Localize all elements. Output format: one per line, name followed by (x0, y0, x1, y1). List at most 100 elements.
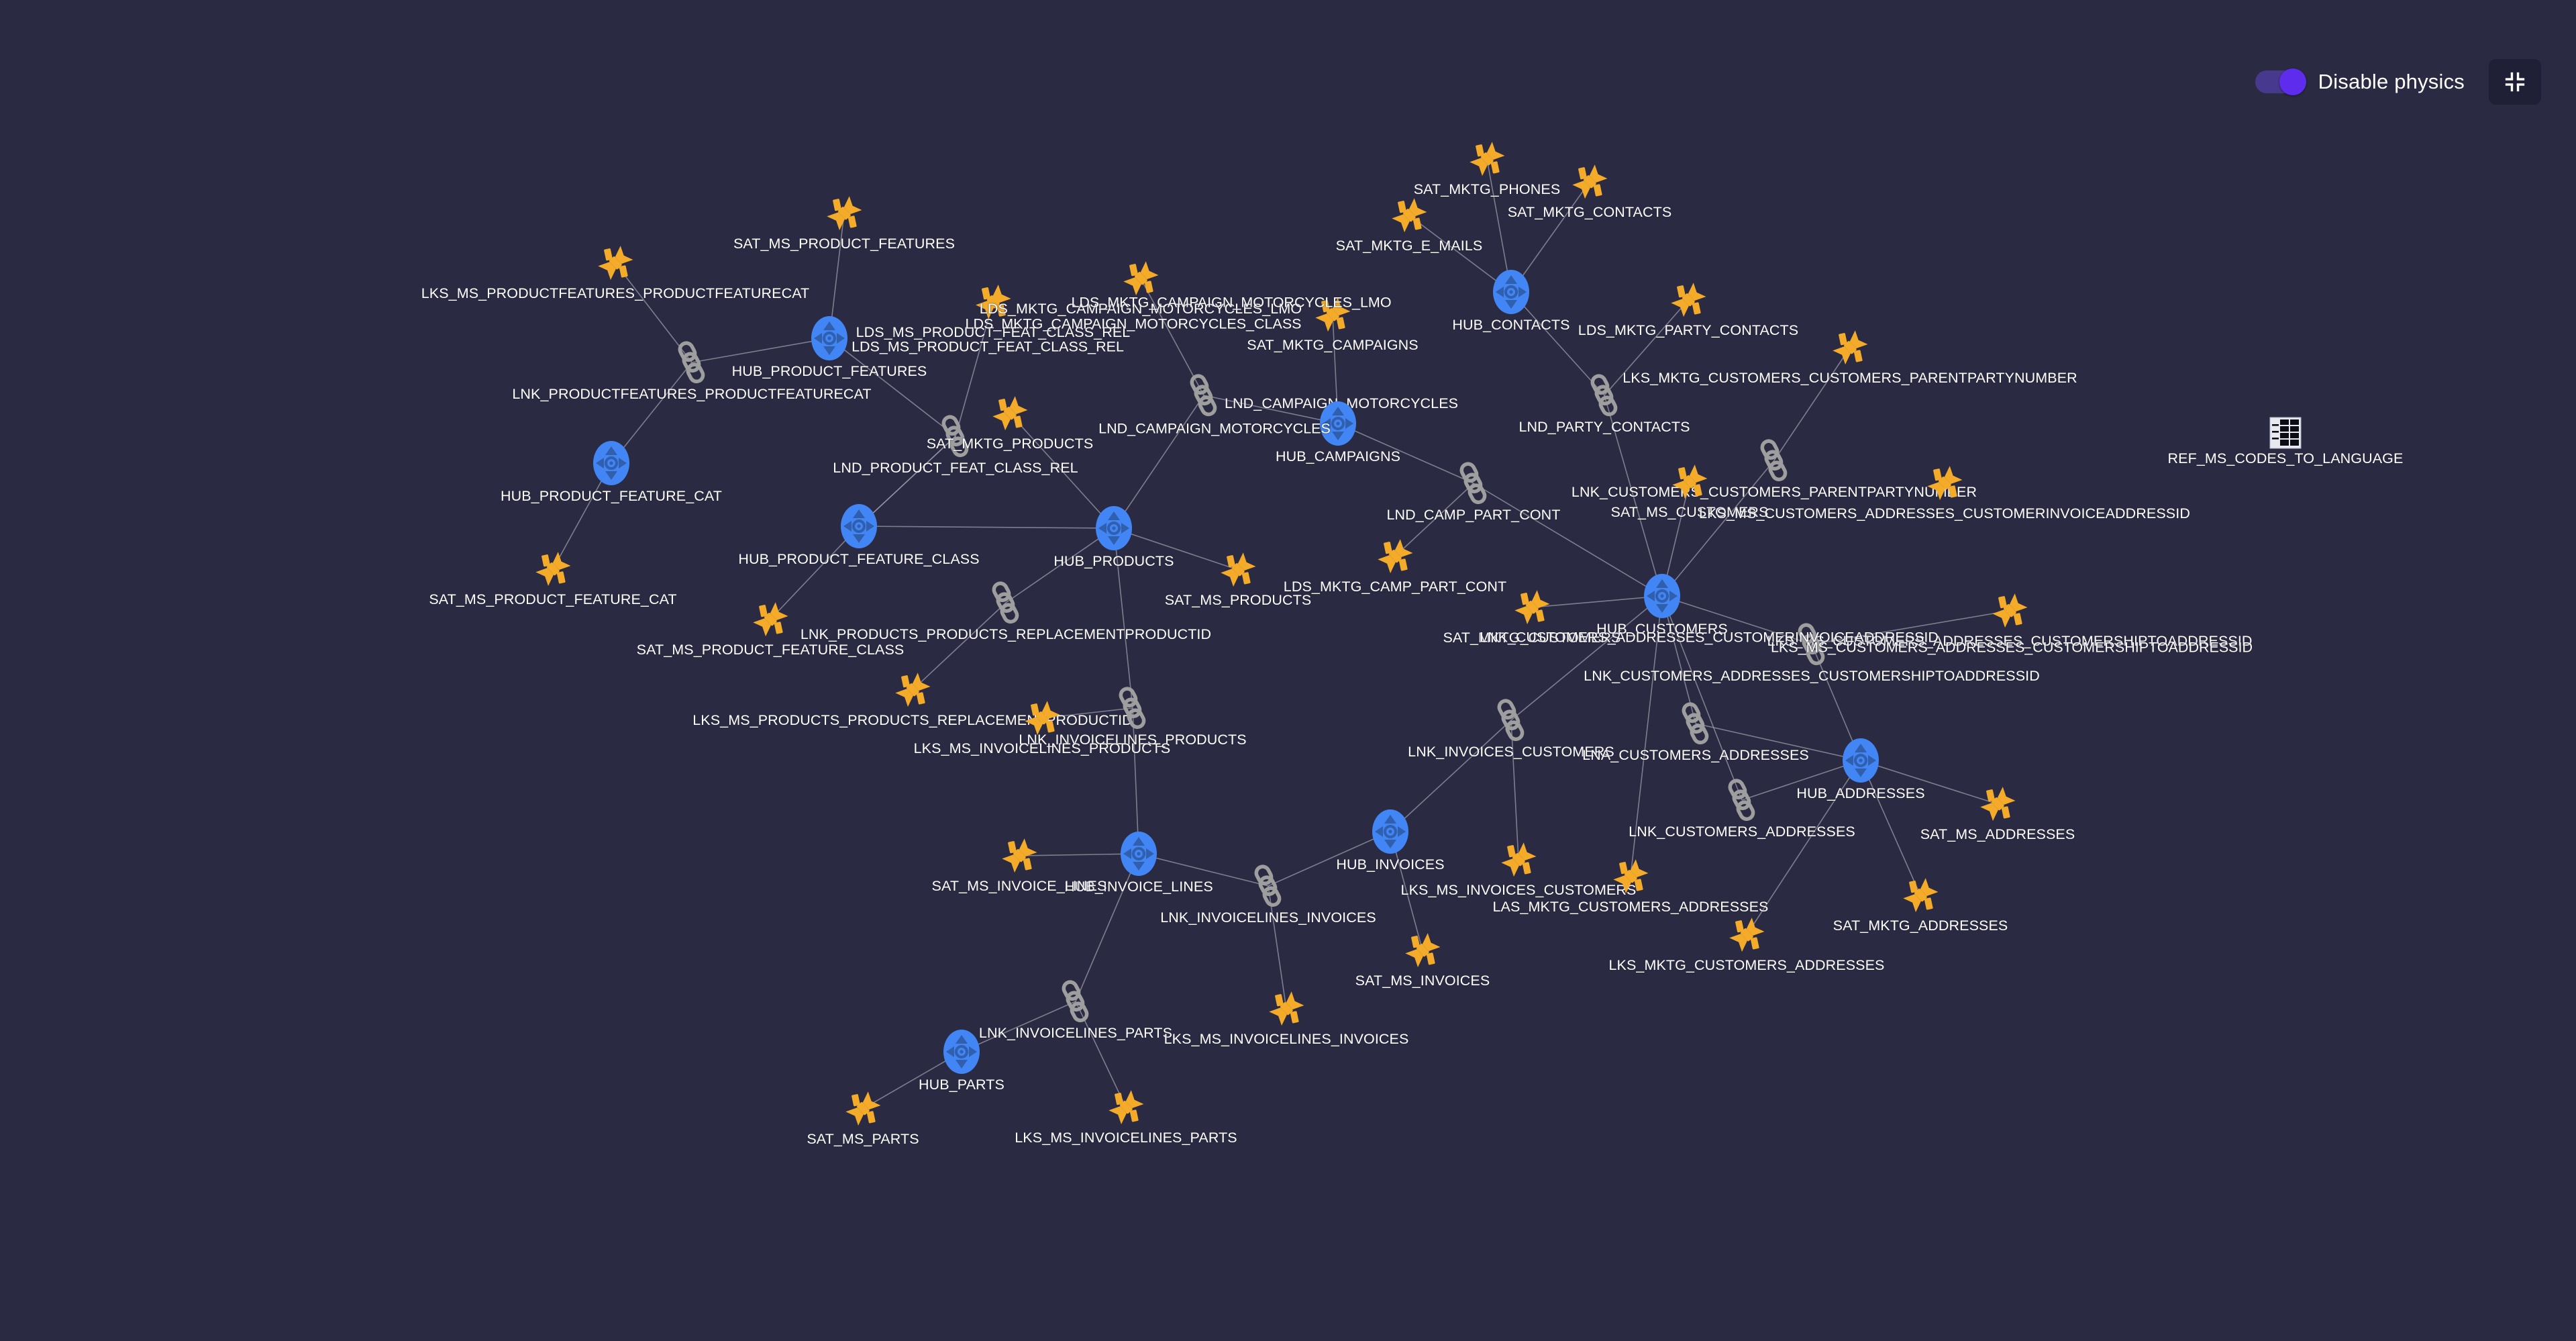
satellite-glyph (1466, 138, 1508, 180)
graph-node-satellite[interactable]: LKS_MS_PRODUCTFEATURES_PRODUCTFEATURECAT (421, 242, 809, 301)
graph-node-link[interactable]: LND_PARTY_CONTACTS (1518, 373, 1690, 435)
graph-node-satellite[interactable]: SAT_MKTG_PHONES (1414, 138, 1560, 197)
satellite-icon (895, 673, 931, 707)
chain-link-icon (1682, 702, 1709, 745)
exit-fullscreen-button[interactable] (2489, 59, 2541, 105)
graph-node-link[interactable]: LNK_INVOICELINES_PARTS (979, 979, 1172, 1041)
graph-node-satellite[interactable]: SAT_MKTG_CONTACTS (1508, 161, 1671, 220)
graph-node-satellite[interactable]: LDS_MKTG_PARTY_CONTACTS (1578, 279, 1798, 338)
satellite-glyph (842, 1088, 884, 1130)
graph-node-link[interactable]: LNK_CUSTOMERS_CUSTOMERS_PARENTPARTYNUMBE… (1572, 438, 1977, 500)
graph-node-satellite[interactable]: LDS_MKTG_CAMPAIGN_MOTORCYCLES_LMO (980, 258, 1302, 317)
satellite-glyph (1989, 590, 2030, 632)
graph-node-link[interactable]: LNK_PRODUCTS_PRODUCTS_REPLACEMENTPRODUCT… (801, 581, 1211, 642)
link-glyph (1455, 461, 1492, 505)
physics-toggle-group[interactable]: Disable physics (2255, 68, 2465, 95)
disable-physics-toggle[interactable] (2255, 68, 2306, 95)
graph-node-satellite[interactable]: SAT_MS_PRODUCT_FEATURE_CLASS (637, 599, 904, 658)
graph-node-satellite[interactable]: LKS_MS_INVOICES_CUSTOMERS (1401, 839, 1636, 898)
graph-node-link[interactable]: LND_CAMPAIGN_MOTORCYCLES (1186, 373, 1458, 417)
graph-edge (1203, 395, 1339, 424)
graph-node-satellite[interactable]: SAT_MS_CUSTOMERS (1611, 461, 1768, 520)
graph-node-link[interactable]: LND_CAMP_PART_CONT (1386, 461, 1560, 523)
satellite-icon (1123, 261, 1159, 296)
graph-node-hub[interactable]: HUB_PRODUCT_FEATURE_CLASS (738, 503, 980, 567)
graph-node-satellite[interactable]: SAT_MKTG_CUSTOMERS (1443, 587, 1620, 646)
graph-node-hub[interactable]: HUB_PRODUCTS (1053, 505, 1174, 569)
graph-edge (1604, 395, 1663, 597)
graph-node-satellite[interactable]: LKS_MS_INVOICELINES_INVOICES (1164, 988, 1408, 1047)
graph-node-satellite[interactable]: SAT_MKTG_ADDRESSES (1833, 875, 2008, 934)
graph-node-hub[interactable]: HUB_PARTS (919, 1028, 1004, 1093)
satellite-icon (1109, 1090, 1144, 1125)
hub-move-icon (1644, 574, 1680, 618)
graph-node-hub[interactable]: HUB_INVOICES (1336, 808, 1445, 873)
graph-node-satellite[interactable]: SAT_MS_PRODUCT_FEATURE_CAT (429, 548, 677, 607)
graph-node-satellite[interactable]: LDS_MKTG_CAMP_PART_CONT (1284, 536, 1506, 595)
satellite-glyph (1900, 875, 1941, 916)
graph-node-link[interactable]: LNK_INVOICELINES_PRODUCTS (1019, 686, 1247, 748)
graph-node-link[interactable]: LNK_CUSTOMERS_ADDRESSES (1629, 778, 1855, 840)
graph-edge (691, 338, 830, 363)
chain-link-icon (941, 415, 969, 458)
satellite-icon (1613, 859, 1649, 894)
graph-node-hub[interactable]: HUB_CUSTOMERS (1596, 573, 1728, 637)
graph-controls: Disable physics (2255, 59, 2541, 105)
graph-node-satellite[interactable]: SAT_MS_PARTS (807, 1088, 919, 1147)
graph-canvas[interactable]: SAT_MS_PRODUCT_FEATURES LKS_MS_PRODUCTFE… (0, 0, 2576, 1341)
satellite-glyph (1569, 161, 1610, 203)
graph-node-satellite[interactable]: SAT_MS_INVOICES (1355, 930, 1490, 989)
satellite-glyph (595, 242, 636, 284)
graph-node-reference[interactable]: REF_MS_CODES_TO_LANGUAGE (2168, 417, 2403, 466)
graph-node-link[interactable]: LNK_PRODUCTFEATURES_PRODUCTFEATURECAT (512, 340, 872, 402)
satellite-glyph (1924, 462, 1965, 504)
satellite-icon (1002, 838, 1037, 873)
graph-node-satellite[interactable]: LKS_MS_INVOICELINES_PRODUCTS (914, 697, 1170, 756)
hub-move-icon (943, 1030, 980, 1074)
chain-link-icon (1254, 864, 1282, 907)
graph-node-satellite[interactable]: LKS_MS_CUSTOMERS_ADDRESSES_CUSTOMERINVOI… (1699, 462, 2190, 522)
graph-edge (1337, 423, 1474, 484)
satellite-icon (1501, 842, 1537, 877)
graph-edge (1473, 483, 1663, 597)
graph-node-satellite[interactable]: SAT_MS_ADDRESSES (1920, 783, 2075, 842)
graph-node-satellite[interactable]: SAT_MKTG_E_MAILS (1336, 195, 1482, 254)
link-glyph (1186, 373, 1222, 417)
graph-node-hub[interactable]: HUB_CONTACTS (1452, 268, 1570, 333)
graph-node-satellite[interactable]: SAT_MS_INVOICE_LINES (932, 835, 1106, 894)
toggle-knob (2279, 68, 2306, 95)
graph-node-link[interactable]: LNA_CUSTOMERS_ADDRESSES (1582, 701, 1809, 763)
satellite-glyph (1266, 988, 1307, 1030)
satellite-icon (827, 196, 862, 231)
graph-node-link[interactable]: LNK_INVOICELINES_INVOICES (1160, 864, 1376, 926)
graph-node-satellite[interactable]: LAS_MKTG_CUSTOMERS_ADDRESSES (1492, 856, 1768, 915)
hub-glyph (942, 1028, 981, 1075)
satellite-icon (1672, 464, 1708, 499)
graph-node-link[interactable]: LNK_INVOICES_CUSTOMERS (1408, 698, 1614, 760)
graph-node-satellite[interactable]: SAT_MS_PRODUCTS (1165, 549, 1311, 608)
hub-glyph (839, 503, 878, 550)
satellite-icon (598, 246, 633, 281)
satellite-glyph (1669, 461, 1710, 503)
graph-edge (858, 526, 1115, 529)
graph-node-satellite[interactable]: LKS_MKTG_CUSTOMERS_ADDRESSES (1608, 914, 1884, 973)
satellite-icon (1514, 590, 1550, 625)
satellite-glyph (1120, 258, 1162, 299)
graph-node-hub[interactable]: HUB_PRODUCT_FEATURE_CAT (501, 440, 722, 504)
hub-glyph (1492, 268, 1531, 315)
graph-edge (1113, 528, 1133, 709)
chain-link-icon (1459, 462, 1487, 505)
graph-node-link[interactable]: LND_PRODUCT_FEAT_CLASS_REL (833, 414, 1078, 476)
graph-node-hub[interactable]: HUB_INVOICE_LINES (1064, 830, 1213, 895)
hub-glyph (1371, 808, 1410, 855)
graph-node-satellite[interactable]: LKS_MS_PRODUCTS_PRODUCTS_REPLACEMENTPROD… (692, 669, 1133, 728)
graph-node-satellite[interactable]: LKS_MS_INVOICELINES_PARTS (1015, 1087, 1237, 1146)
graph-node-satellite[interactable]: LKS_MS_CUSTOMERS_ADDRESSES_CUSTOMERSHIPT… (1767, 590, 2252, 649)
graph-node-hub[interactable]: HUB_PRODUCT_FEATURES (732, 315, 927, 379)
graph-node-satellite[interactable]: SAT_MKTG_PRODUCTS (927, 393, 1093, 452)
graph-node-hub[interactable]: HUB_ADDRESSES (1796, 737, 1925, 801)
link-glyph (1678, 701, 1714, 746)
graph-node-satellite[interactable]: LKS_MKTG_CUSTOMERS_CUSTOMERS_PARENTPARTY… (1622, 327, 2077, 386)
graph-node-satellite[interactable]: SAT_MS_PRODUCT_FEATURES (733, 193, 955, 252)
satellite-glyph (998, 835, 1040, 877)
